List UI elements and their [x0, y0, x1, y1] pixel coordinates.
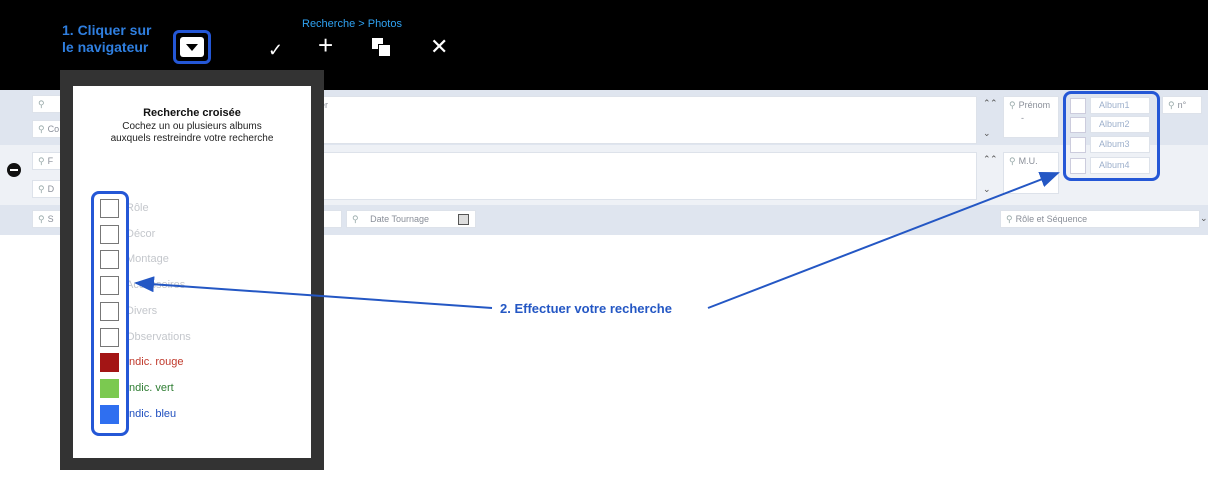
validate-check-icon[interactable]: ✓: [268, 38, 283, 62]
album-highlight: [1063, 91, 1160, 181]
field-wide-2[interactable]: [312, 152, 977, 200]
search-icon: ⚲: [1006, 214, 1013, 224]
scroll-down-icon[interactable]: ⌄: [983, 128, 991, 139]
search-icon: ⚲: [38, 214, 45, 224]
panel-title: Recherche croisée: [143, 107, 241, 119]
scroll-down-icon[interactable]: ⌄: [983, 184, 991, 195]
navigator-dropdown-button[interactable]: [173, 30, 211, 64]
option-label: Indic. bleu: [126, 407, 177, 420]
calendar-icon[interactable]: [458, 214, 469, 225]
search-icon: ⚲: [1009, 100, 1016, 110]
duplicate-icon[interactable]: [372, 38, 391, 57]
date-tournage-field[interactable]: ⚲ Date Tournage: [346, 210, 476, 228]
field-wide-1[interactable]: ier: [312, 96, 977, 144]
step1-annotation: 1. Cliquer sur le navigateur: [62, 22, 152, 55]
field-left-4[interactable]: ⚲ D: [32, 180, 62, 198]
search-icon: ⚲: [38, 124, 45, 134]
field-left-1[interactable]: ⚲: [32, 95, 62, 113]
mu-field[interactable]: ⚲ M.U.: [1003, 152, 1059, 194]
checkbox-highlight: [91, 191, 129, 436]
search-icon: ⚲: [38, 184, 45, 194]
remove-row-icon[interactable]: [7, 163, 21, 177]
search-icon: ⚲: [1168, 100, 1175, 110]
option-label: Divers: [126, 304, 158, 317]
close-icon[interactable]: ✕: [430, 35, 448, 59]
field-left-3[interactable]: ⚲ F: [32, 152, 62, 170]
field-left-2[interactable]: ⚲ Co: [32, 120, 62, 138]
number-field[interactable]: ⚲ n°: [1162, 96, 1202, 114]
chevron-down-icon: [180, 37, 204, 57]
chevron-down-icon[interactable]: ⌄: [1200, 213, 1208, 224]
role-sequence-select[interactable]: ⚲ Rôle et Séquence: [1000, 210, 1200, 228]
search-icon: ⚲: [38, 99, 45, 109]
search-icon: ⚲: [38, 156, 45, 166]
option-label: Décor: [126, 227, 156, 240]
option-label: Indic. vert: [126, 381, 174, 394]
breadcrumb: Recherche > Photos: [302, 18, 402, 30]
panel-description: Cochez un ou plusieurs albums auxquels r…: [110, 121, 274, 144]
option-label: Montage: [126, 253, 169, 266]
option-label: Accessoires: [126, 279, 186, 292]
add-plus-icon[interactable]: +: [318, 32, 333, 58]
step2-annotation: 2. Effectuer votre recherche: [500, 301, 672, 316]
search-icon: ⚲: [1009, 156, 1016, 166]
field-left-5[interactable]: ⚲ S: [32, 210, 62, 228]
prenom-field[interactable]: ⚲ Prénom -: [1003, 96, 1059, 138]
scroll-up-icon[interactable]: ⌃: [990, 154, 998, 165]
option-label: Indic. rouge: [126, 356, 184, 369]
option-label: Rôle: [126, 202, 149, 214]
option-label: Observations: [126, 330, 191, 343]
scroll-up-icon[interactable]: ⌃: [990, 98, 998, 109]
search-icon: ⚲: [352, 214, 359, 224]
